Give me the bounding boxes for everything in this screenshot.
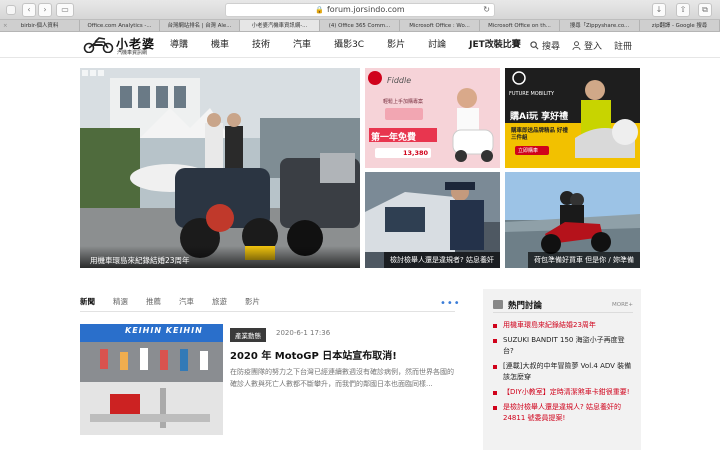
- url-text: forum.jorsindo.com: [326, 5, 405, 14]
- browser-tab[interactable]: Microsoft Office on th...: [480, 20, 560, 31]
- tab-travel[interactable]: 旅遊: [212, 296, 227, 311]
- address-bar[interactable]: 🔒 forum.jorsindo.com ↻: [225, 3, 495, 17]
- more-link[interactable]: MORE+: [612, 302, 633, 308]
- ad-banner-future-mobility[interactable]: FUTURE MOBILITY 購Ai玩 享好禮 購車即送品牌精品 好禮三件組 …: [505, 68, 640, 168]
- article-excerpt: 在防疫團隊的努力之下台灣已經連續數週沒有確診病例，然而世界各國的確診人數與死亡人…: [230, 368, 454, 388]
- news-tab-bar: 新聞 精選 推薦 汽車 旅遊 影片: [80, 296, 455, 312]
- reload-icon[interactable]: ↻: [483, 4, 490, 16]
- police-caption: 檢討檢舉人還是違規者? 姑息養奸: [384, 252, 500, 268]
- tab-featured[interactable]: 精選: [113, 296, 128, 311]
- browser-tab[interactable]: × birbir-個人資料: [0, 20, 80, 31]
- category-badge[interactable]: 產業動態: [230, 328, 266, 342]
- ad-fiddle-image: [365, 68, 500, 168]
- hot-discussion-title: 熱門討論: [508, 301, 543, 311]
- article-title[interactable]: 2020 年 MotoGP 日本站宣布取消!: [230, 347, 397, 362]
- browser-tab[interactable]: zip翻譯 - Google 搜尋: [640, 20, 720, 31]
- motorcycle-logo-icon: [83, 37, 114, 53]
- more-options-icon[interactable]: •••: [440, 298, 461, 309]
- ad-banner-fiddle[interactable]: Fiddle 輕鬆上手加購專案 第一年免費 13,380: [365, 68, 500, 168]
- nav-item-motorcycle[interactable]: 機車: [211, 32, 229, 58]
- ad-fiddle-price: 13,380: [403, 149, 429, 157]
- motogp-photo: [80, 324, 223, 435]
- user-icon: [572, 40, 581, 50]
- logo-subtitle: 汽機車資訊網: [117, 50, 148, 56]
- chat-icon: [493, 300, 503, 309]
- download-icon[interactable]: ↓: [652, 3, 666, 17]
- browser-tab[interactable]: (4) Office 365 Comm...: [320, 20, 400, 31]
- browser-toolbar: ‹ › ▭ 🔒 forum.jorsindo.com ↻ ↓ ⇧ ⧉: [0, 0, 720, 20]
- tab-car[interactable]: 汽車: [179, 296, 194, 311]
- user-nav: 搜尋 登入 註冊: [530, 32, 644, 58]
- browser-tab[interactable]: 搜尋「Zippyshare.co...: [560, 20, 640, 31]
- register-button[interactable]: 註冊: [614, 39, 632, 52]
- ad-fiddle-brand: Fiddle: [387, 76, 412, 85]
- tab-recommended[interactable]: 推薦: [146, 296, 161, 311]
- sidebar-toggle-icon[interactable]: [6, 5, 16, 15]
- tab-news[interactable]: 新聞: [80, 296, 95, 311]
- share-icon[interactable]: ⇧: [676, 3, 690, 17]
- list-item[interactable]: [連載]大叔的中年冒險夢 Vol.4 ADV 裝備該怎麼穿: [493, 361, 633, 383]
- lock-icon: 🔒: [315, 6, 324, 14]
- tab-video[interactable]: 影片: [245, 296, 260, 311]
- article-date: 2020-6-1 17:36: [276, 329, 331, 337]
- ad-fiddle-sub: 輕鬆上手加購專案: [383, 99, 424, 105]
- list-item[interactable]: 【DIY小教室】定時清潔煞車卡鉗很重要!: [493, 387, 633, 398]
- back-icon[interactable]: ‹: [22, 3, 36, 17]
- browser-tab[interactable]: Microsoft Office : Wo...: [400, 20, 480, 31]
- nav-item-video[interactable]: 影片: [387, 32, 405, 58]
- login-button[interactable]: 登入: [572, 39, 602, 52]
- nav-item-tech[interactable]: 技術: [252, 32, 270, 58]
- ad-future-headline: 購Ai玩 享好禮: [510, 112, 569, 122]
- ad-fiddle-headline: 第一年免費: [371, 133, 417, 143]
- ad-future-cta[interactable]: 立即購車: [518, 147, 538, 154]
- list-item[interactable]: 用機車環島來紀錄結婚23周年: [493, 320, 633, 331]
- ad-future-sub: 購車即送品牌精品 好禮三件組: [511, 128, 568, 141]
- search-button[interactable]: 搜尋: [530, 39, 560, 52]
- list-item[interactable]: SUZUKI BANDIT 150 海盜小子再度登台?: [493, 335, 633, 357]
- nav-item-jet-contest[interactable]: JET改裝比賽: [469, 32, 521, 58]
- sidebar-icon[interactable]: ▭: [56, 3, 74, 17]
- hero-caption: 用機車環島來紀錄結婚23周年: [80, 246, 360, 268]
- keihin-logo: KEIHIN KEIHIN: [125, 326, 203, 335]
- ad-future-brand: FUTURE MOBILITY: [509, 91, 554, 97]
- close-icon[interactable]: ×: [3, 20, 8, 31]
- site-header: 小老婆 汽機車資訊網 導購 機車 技術 汽車 攝影3C 影片 討論 JET改裝比…: [0, 32, 720, 58]
- hero-card-riders[interactable]: 荷包準備好買車 但是你 / 妳準備: [505, 172, 640, 268]
- main-nav: 導購 機車 技術 汽車 攝影3C 影片 討論 JET改裝比賽: [170, 32, 544, 58]
- site-logo[interactable]: 小老婆 汽機車資訊網: [82, 35, 178, 56]
- browser-tab-active[interactable]: 小老婆汽機車資訊網-...: [240, 20, 320, 31]
- hero-photo: [80, 68, 360, 268]
- browser-tab[interactable]: 台灣網站排名 | 台灣 Ale...: [160, 20, 240, 31]
- nav-item-shopping[interactable]: 導購: [170, 32, 188, 58]
- nav-item-discussion[interactable]: 討論: [428, 32, 446, 58]
- hot-discussion-list: 用機車環島來紀錄結婚23周年 SUZUKI BANDIT 150 海盜小子再度登…: [493, 320, 633, 428]
- forward-icon[interactable]: ›: [38, 3, 52, 17]
- browser-tab-bar: × birbir-個人資料 Office.com Analytics -... 台…: [0, 20, 720, 32]
- hero-main-card[interactable]: 用機車環島來紀錄結婚23周年: [80, 68, 360, 268]
- article-thumbnail[interactable]: KEIHIN KEIHIN: [80, 324, 223, 435]
- nav-item-car[interactable]: 汽車: [293, 32, 311, 58]
- hot-discussion-header: 熱門討論 MORE+: [493, 299, 633, 313]
- search-icon: [530, 40, 539, 49]
- tabs-overview-icon[interactable]: ⧉: [698, 3, 712, 17]
- hero-card-police[interactable]: 檢討檢舉人還是違規者? 姑息養奸: [365, 172, 500, 268]
- riders-caption: 荷包準備好買車 但是你 / 妳準備: [527, 252, 640, 268]
- nav-item-photo-3c[interactable]: 攝影3C: [334, 32, 364, 58]
- browser-tab[interactable]: Office.com Analytics -...: [80, 20, 160, 31]
- list-item[interactable]: 是檢討檢舉人還是違規人? 姑息養奸的24811 號委員提案!: [493, 402, 633, 424]
- hot-discussion-panel: 熱門討論 MORE+ 用機車環島來紀錄結婚23周年 SUZUKI BANDIT …: [483, 289, 641, 450]
